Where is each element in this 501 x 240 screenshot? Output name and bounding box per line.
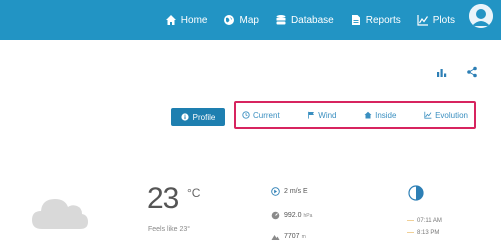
wind-direction-icon (271, 187, 280, 196)
profile-button-label: Profile (192, 112, 216, 122)
sunset-time: — 8:13 PM (407, 229, 439, 236)
tab-evolution[interactable]: Evolution (424, 111, 468, 120)
tab-inside-label: Inside (375, 110, 397, 120)
wind-value: 2 m/s E (284, 188, 308, 195)
wind-readout: 2 m/s E (271, 187, 308, 196)
gauge-icon (271, 211, 280, 220)
tab-current[interactable]: Current (242, 111, 280, 120)
sunrise-time: — 07:11 AM (407, 217, 442, 224)
nav-home[interactable]: Home (165, 0, 208, 40)
pressure-value: 992.0 (284, 212, 302, 219)
tab-wind[interactable]: Wind (307, 110, 337, 120)
profile-button[interactable]: Profile (171, 108, 225, 126)
clock-icon (242, 111, 250, 119)
extra-value: 7707 (284, 233, 300, 240)
bar-chart-icon[interactable] (436, 66, 448, 78)
house-icon (364, 111, 372, 119)
nav-plots-label: Plots (432, 14, 455, 26)
current-temperature: 23 (147, 182, 179, 215)
home-icon (165, 14, 177, 26)
pressure-unit: hPa (303, 212, 313, 219)
share-icon[interactable] (466, 66, 478, 78)
temperature-unit: °C (187, 186, 201, 200)
extra-readout: 7707 m (271, 232, 306, 240)
nav-database-label: Database (290, 14, 334, 26)
top-navbar: Home Map Database Reports Plots (0, 0, 501, 40)
nav-map[interactable]: Map (223, 0, 259, 40)
nav-home-label: Home (180, 14, 208, 26)
tab-inside[interactable]: Inside (364, 111, 396, 120)
sunset-value: 8:13 PM (417, 229, 440, 236)
sunrise-icon: — (407, 217, 414, 224)
extra-unit: m (301, 233, 306, 240)
flag-icon (307, 111, 315, 119)
tab-wind-label: Wind (318, 110, 337, 120)
nav-reports[interactable]: Reports (350, 0, 401, 40)
sunrise-value: 07:11 AM (417, 217, 442, 224)
moon-phase-icon (408, 185, 424, 201)
tab-group: Current Wind Inside Evolution (234, 101, 476, 129)
tab-current-label: Current (253, 110, 280, 120)
pressure-readout: 992.0 hPa (271, 211, 312, 220)
nav-plots[interactable]: Plots (417, 0, 455, 40)
info-icon (181, 113, 189, 121)
nav-map-label: Map (239, 14, 259, 26)
chart-line-icon (417, 14, 429, 26)
user-avatar-icon[interactable] (469, 4, 493, 28)
nav-reports-label: Reports (365, 14, 401, 26)
chart-line-icon (424, 111, 432, 119)
globe-icon (223, 14, 235, 26)
database-icon (275, 14, 287, 26)
cloud-icon (30, 193, 90, 231)
tab-evolution-label: Evolution (435, 110, 468, 120)
feels-like-text: Feels like 23° (148, 226, 191, 233)
nav-database[interactable]: Database (275, 0, 334, 40)
mountain-icon (271, 232, 280, 240)
sunset-icon: — (407, 229, 414, 236)
file-icon (350, 14, 362, 26)
